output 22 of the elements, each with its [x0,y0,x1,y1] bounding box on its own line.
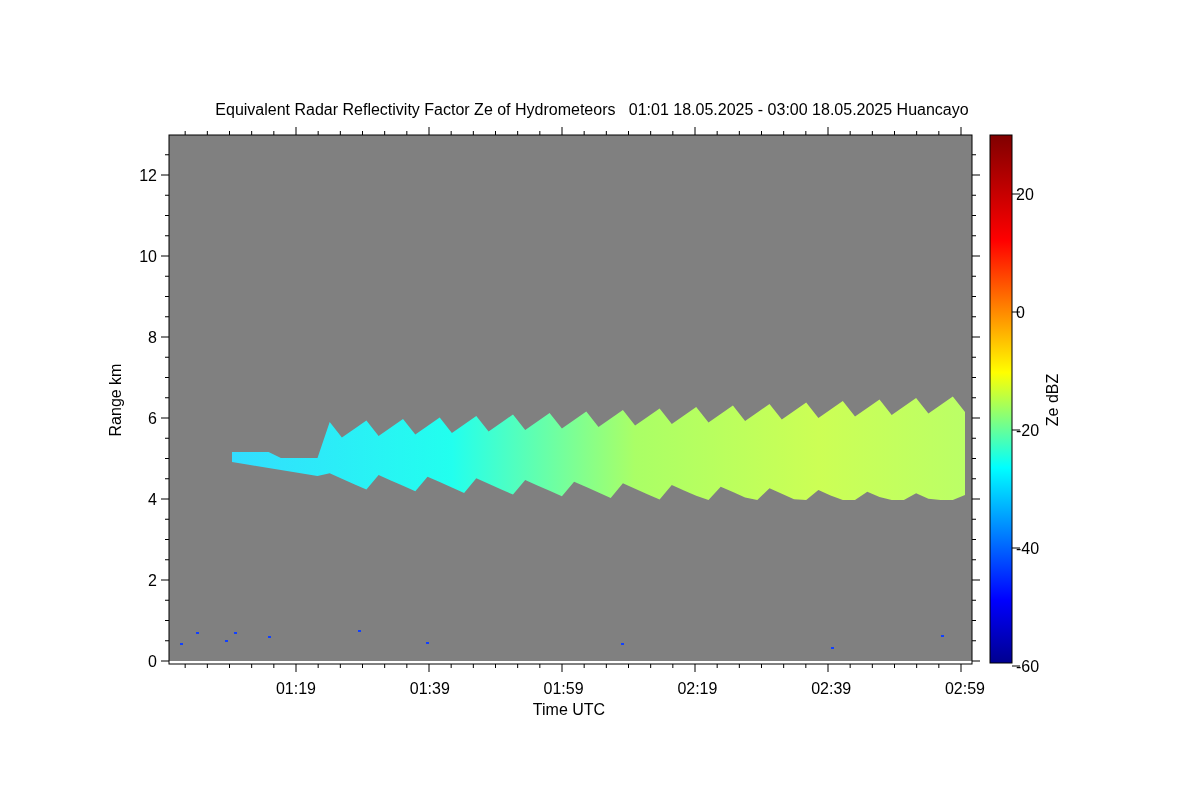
colorbar-tick-label: -60 [1016,658,1040,675]
y-tick-label: 10 [139,248,157,265]
colorbar-tick-label: 0 [1016,304,1025,321]
y-tick-label: 0 [148,653,157,670]
colorbar-tick-label: -40 [1016,540,1040,557]
x-tick-label: 01:39 [409,680,450,697]
x-tick-label: 02:39 [811,680,852,697]
y-tick-label: 4 [148,491,157,508]
x-tick-label: 02:59 [945,680,985,697]
chart-title: Equivalent Radar Reflectivity Factor Ze of Hydrometeors 01:01 18.05.2025 - 03:00 18.05.2025 Huancayo [215,101,969,118]
x-tick-label: 02:19 [677,680,718,697]
y-axis-label: Range km [107,363,124,437]
x-tick-label: 01:59 [543,680,584,697]
y-tick-label: 12 [139,167,157,184]
y-tick-label: 2 [148,572,157,589]
colorbar-label: Ze dBZ [1044,373,1061,427]
colorbar-tick-label: -20 [1016,422,1040,439]
x-axis-label: Time UTC [532,701,606,718]
colorbar-tick-label: 20 [1016,186,1034,203]
y-tick-label: 8 [148,329,157,346]
y-tick-label: 6 [148,410,157,427]
x-tick-label: 01:19 [276,680,316,697]
